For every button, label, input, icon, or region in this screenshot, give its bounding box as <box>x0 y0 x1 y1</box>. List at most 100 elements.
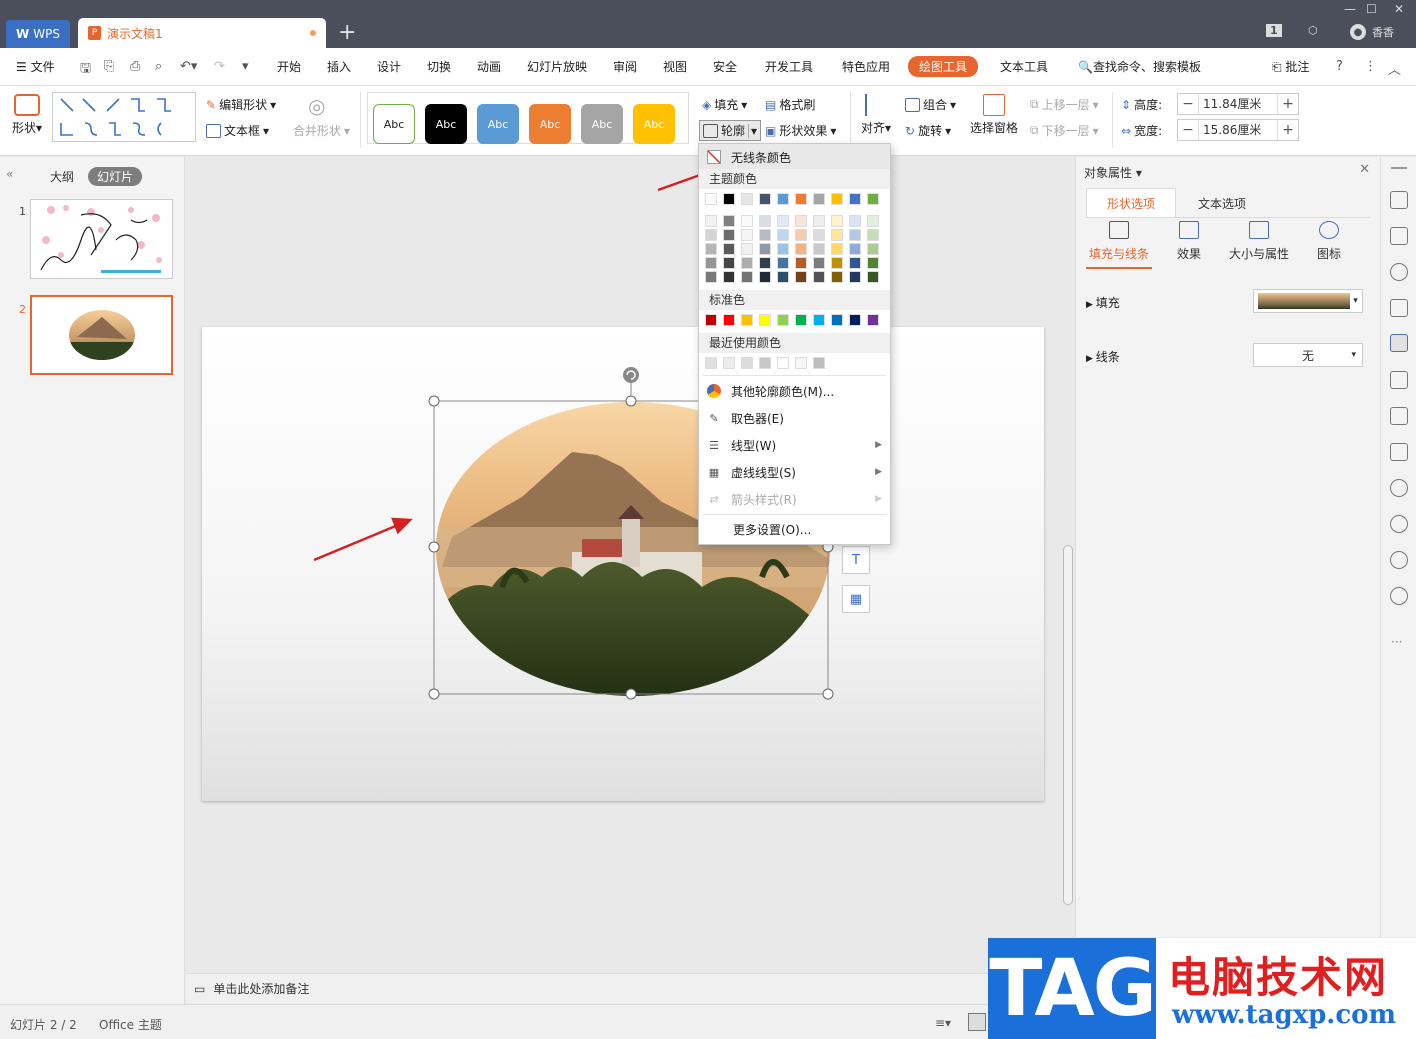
panel-title[interactable]: 对象属性 ▾ <box>1084 164 1142 181</box>
normal-view-icon[interactable] <box>968 1013 986 1031</box>
recent-color-swatch[interactable] <box>723 357 735 369</box>
preview-icon[interactable]: ⌕ <box>155 59 162 74</box>
theme-color-swatch[interactable] <box>741 193 753 205</box>
slides-tab[interactable]: 幻灯片 <box>88 167 143 186</box>
notes-bar[interactable]: ▭ 单击此处添加备注 <box>186 973 1058 1003</box>
theme-shade-swatch[interactable] <box>867 229 879 241</box>
audio-icon[interactable] <box>1390 479 1408 497</box>
subtab-size[interactable]: 大小与属性 <box>1224 221 1294 262</box>
save-icon[interactable]: 🖫 <box>80 59 91 81</box>
menu-review[interactable]: 审阅 <box>613 58 637 75</box>
theme-color-swatch[interactable] <box>795 193 807 205</box>
style-gray[interactable]: Abc <box>581 104 623 144</box>
theme-shade-swatch[interactable] <box>831 271 843 283</box>
menu-view[interactable]: 视图 <box>663 58 687 75</box>
theme-color-swatch[interactable] <box>723 193 735 205</box>
theme-shade-swatch[interactable] <box>813 215 825 227</box>
outline-dropdown-icon[interactable]: ▾ <box>748 123 757 138</box>
theme-color-swatch[interactable] <box>813 193 825 205</box>
theme-shade-swatch[interactable] <box>813 257 825 269</box>
theme-shade-swatch[interactable] <box>705 257 717 269</box>
subtab-effect[interactable]: 效果 <box>1154 221 1224 262</box>
command-search[interactable]: 🔍查找命令、搜索模板 <box>1078 58 1201 75</box>
standard-color-swatch[interactable] <box>867 314 879 326</box>
style-gold[interactable]: Abc <box>633 104 675 144</box>
slide-thumbnail-2[interactable] <box>30 295 173 375</box>
menu-drawing-tools[interactable]: 绘图工具 <box>908 56 979 77</box>
height-decrease-button[interactable]: − <box>1178 96 1198 112</box>
width-decrease-button[interactable]: − <box>1178 122 1198 138</box>
theme-shade-swatch[interactable] <box>795 215 807 227</box>
theme-shade-swatch[interactable] <box>813 229 825 241</box>
fill-section[interactable]: ▶ 填充 <box>1086 294 1120 311</box>
theme-shade-swatch[interactable] <box>723 215 735 227</box>
window-count-badge[interactable]: 1 <box>1266 24 1282 37</box>
standard-color-swatch[interactable] <box>813 314 825 326</box>
menu-slideshow[interactable]: 幻灯片放映 <box>527 58 587 75</box>
help-circle-icon[interactable] <box>1390 587 1408 605</box>
bring-forward-button[interactable]: ⧉ 上移一层 ▾ <box>1030 96 1099 113</box>
theme-shade-swatch[interactable] <box>795 229 807 241</box>
theme-shade-swatch[interactable] <box>849 215 861 227</box>
theme-shade-swatch[interactable] <box>741 229 753 241</box>
eyedropper-item[interactable]: ✎ 取色器(E) <box>699 405 890 431</box>
style-orange[interactable]: Abc <box>529 104 571 144</box>
theme-color-swatch[interactable] <box>705 193 717 205</box>
box-icon[interactable] <box>1390 407 1408 425</box>
menu-design[interactable]: 设计 <box>377 58 401 75</box>
print-icon[interactable]: ⎙ <box>130 59 140 74</box>
style-icon[interactable] <box>1390 299 1408 317</box>
theme-shade-swatch[interactable] <box>723 271 735 283</box>
outline-button[interactable]: 轮廓 ▾ <box>699 120 762 141</box>
menu-animation[interactable]: 动画 <box>477 58 501 75</box>
subtab-fill-line[interactable]: 填充与线条 <box>1084 221 1154 262</box>
user-account[interactable]: ● 香香 <box>1350 24 1394 40</box>
redo-icon[interactable]: ↷ <box>214 59 225 74</box>
theme-shade-swatch[interactable] <box>813 271 825 283</box>
export-icon[interactable]: ⎘ <box>104 59 114 74</box>
group-button[interactable]: 组合 ▾ <box>905 96 956 113</box>
theme-shade-swatch[interactable] <box>831 215 843 227</box>
theme-shade-swatch[interactable] <box>849 229 861 241</box>
vertical-scrollbar[interactable] <box>1060 157 1076 937</box>
slide[interactable] <box>202 327 1044 801</box>
gallery-icon[interactable] <box>1390 371 1408 389</box>
copy-icon[interactable] <box>1390 227 1408 245</box>
maximize-icon[interactable]: ☐ <box>1366 2 1377 16</box>
theme-shade-swatch[interactable] <box>759 215 771 227</box>
style-blue[interactable]: Abc <box>477 104 519 144</box>
standard-color-swatch[interactable] <box>777 314 789 326</box>
image-icon[interactable] <box>1390 443 1408 461</box>
help-icon[interactable]: ? <box>1336 59 1343 74</box>
minimize-icon[interactable]: — <box>1344 2 1356 16</box>
theme-shade-swatch[interactable] <box>705 271 717 283</box>
theme-shade-swatch[interactable] <box>777 215 789 227</box>
recent-color-swatch[interactable] <box>705 357 717 369</box>
theme-shade-swatch[interactable] <box>759 229 771 241</box>
height-increase-button[interactable]: + <box>1278 96 1298 112</box>
standard-color-swatch[interactable] <box>831 314 843 326</box>
theme-shade-swatch[interactable] <box>795 243 807 255</box>
collapse-panel-icon[interactable]: « <box>6 167 13 181</box>
width-increase-button[interactable]: + <box>1278 122 1298 138</box>
shape-button[interactable]: 形状▾ <box>12 94 42 136</box>
theme-shade-swatch[interactable] <box>777 229 789 241</box>
star-icon[interactable] <box>1390 191 1408 209</box>
theme-shade-swatch[interactable] <box>867 271 879 283</box>
theme-shade-swatch[interactable] <box>759 257 771 269</box>
standard-color-swatch[interactable] <box>705 314 717 326</box>
menu-insert[interactable]: 插入 <box>327 58 351 75</box>
shield-icon[interactable] <box>1390 515 1408 533</box>
merge-shape-button[interactable]: 合并形状 ▾ <box>293 122 350 139</box>
align-button[interactable]: 对齐▾ <box>861 94 891 136</box>
scrollbar-thumb[interactable] <box>1063 545 1073 905</box>
collapse-ribbon-icon[interactable]: ︿ <box>1388 59 1401 78</box>
shape-effect-button[interactable]: ▣ 形状效果 ▾ <box>765 122 836 139</box>
style-white[interactable]: Abc <box>373 104 415 144</box>
standard-color-swatch[interactable] <box>741 314 753 326</box>
more-outline-colors-item[interactable]: 其他轮廓颜色(M)... <box>699 378 890 404</box>
no-line-color-item[interactable]: 无线条颜色 <box>699 144 890 170</box>
slide-thumbnail-1[interactable] <box>30 199 173 279</box>
recent-color-swatch[interactable] <box>741 357 753 369</box>
edit-shape-button[interactable]: ✎ 编辑形状 ▾ <box>206 96 276 113</box>
